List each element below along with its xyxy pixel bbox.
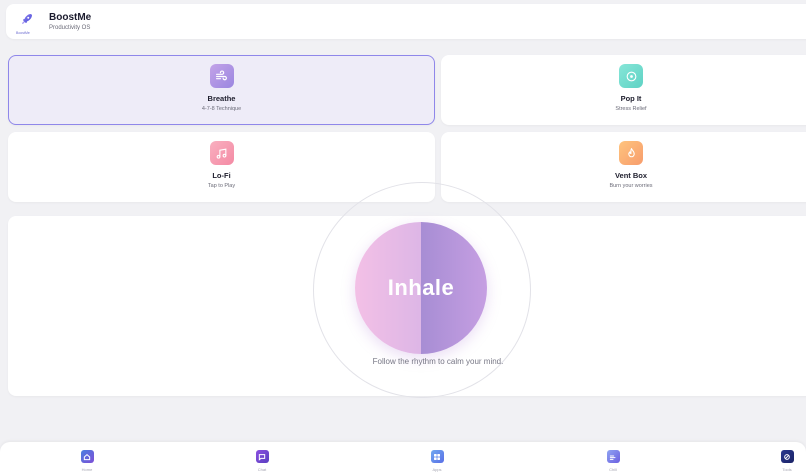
nav-label: Tools — [782, 467, 792, 472]
rocket-icon — [22, 13, 32, 24]
tool-subtitle: Burn your worries — [609, 183, 653, 189]
tool-card-pop-it[interactable]: Pop It Stress Relief — [441, 55, 806, 125]
breath-lines-icon — [209, 64, 234, 88]
tool-subtitle: Stress Relief — [615, 106, 647, 112]
music-note-icon — [209, 141, 234, 165]
tool-title: Pop It — [620, 94, 642, 103]
nav-item-apps[interactable]: Apps — [417, 450, 457, 472]
nav-label: Apps — [432, 467, 442, 472]
tool-subtitle: 4-7-8 Technique — [201, 106, 242, 112]
chat-bubble-icon — [255, 450, 269, 463]
apps-icon — [430, 450, 444, 463]
app-name: BoostMe — [49, 11, 92, 23]
app-logo[interactable]: BoostMe — [16, 13, 36, 35]
breathing-orb[interactable]: Inhale — [355, 222, 487, 354]
tool-title: Breathe — [207, 94, 236, 103]
nav-item-chat[interactable]: Chat — [242, 450, 282, 472]
chill-icon — [606, 450, 620, 463]
nav-item-chill[interactable]: Chill — [593, 450, 633, 472]
tool-title: Vent Box — [614, 171, 648, 180]
nav-item-home[interactable]: Home — [67, 450, 107, 472]
tools-icon — [780, 450, 794, 463]
flame-icon — [619, 141, 643, 165]
tool-card-breathe[interactable]: Breathe 4-7-8 Technique — [8, 55, 435, 125]
tool-title: Lo-Fi — [212, 171, 231, 180]
nav-label: Chat — [257, 467, 267, 472]
bottom-nav: Home Chat Apps Chill Tools — [0, 442, 806, 472]
home-icon — [80, 450, 94, 463]
app-header: BoostMe BoostMe Productivity OS — [6, 4, 806, 39]
tool-card-lo-fi[interactable]: Lo-Fi Tap to Play — [8, 132, 435, 202]
tool-subtitle: Tap to Play — [207, 183, 236, 189]
breathing-hint: Follow the rhythm to calm your mind. — [372, 357, 504, 366]
breathing-phase: Inhale — [387, 275, 455, 300]
nav-item-tools[interactable]: Tools — [767, 450, 806, 472]
circle-target-icon — [619, 64, 643, 88]
nav-label: Home — [81, 467, 93, 472]
app-subtitle: Productivity OS — [49, 24, 91, 31]
nav-label: Chill — [609, 467, 617, 472]
brand: BoostMe Productivity OS — [49, 12, 91, 32]
tool-card-vent-box[interactable]: Vent Box Burn your worries — [441, 132, 806, 202]
logo-wordmark: BoostMe — [16, 30, 30, 35]
